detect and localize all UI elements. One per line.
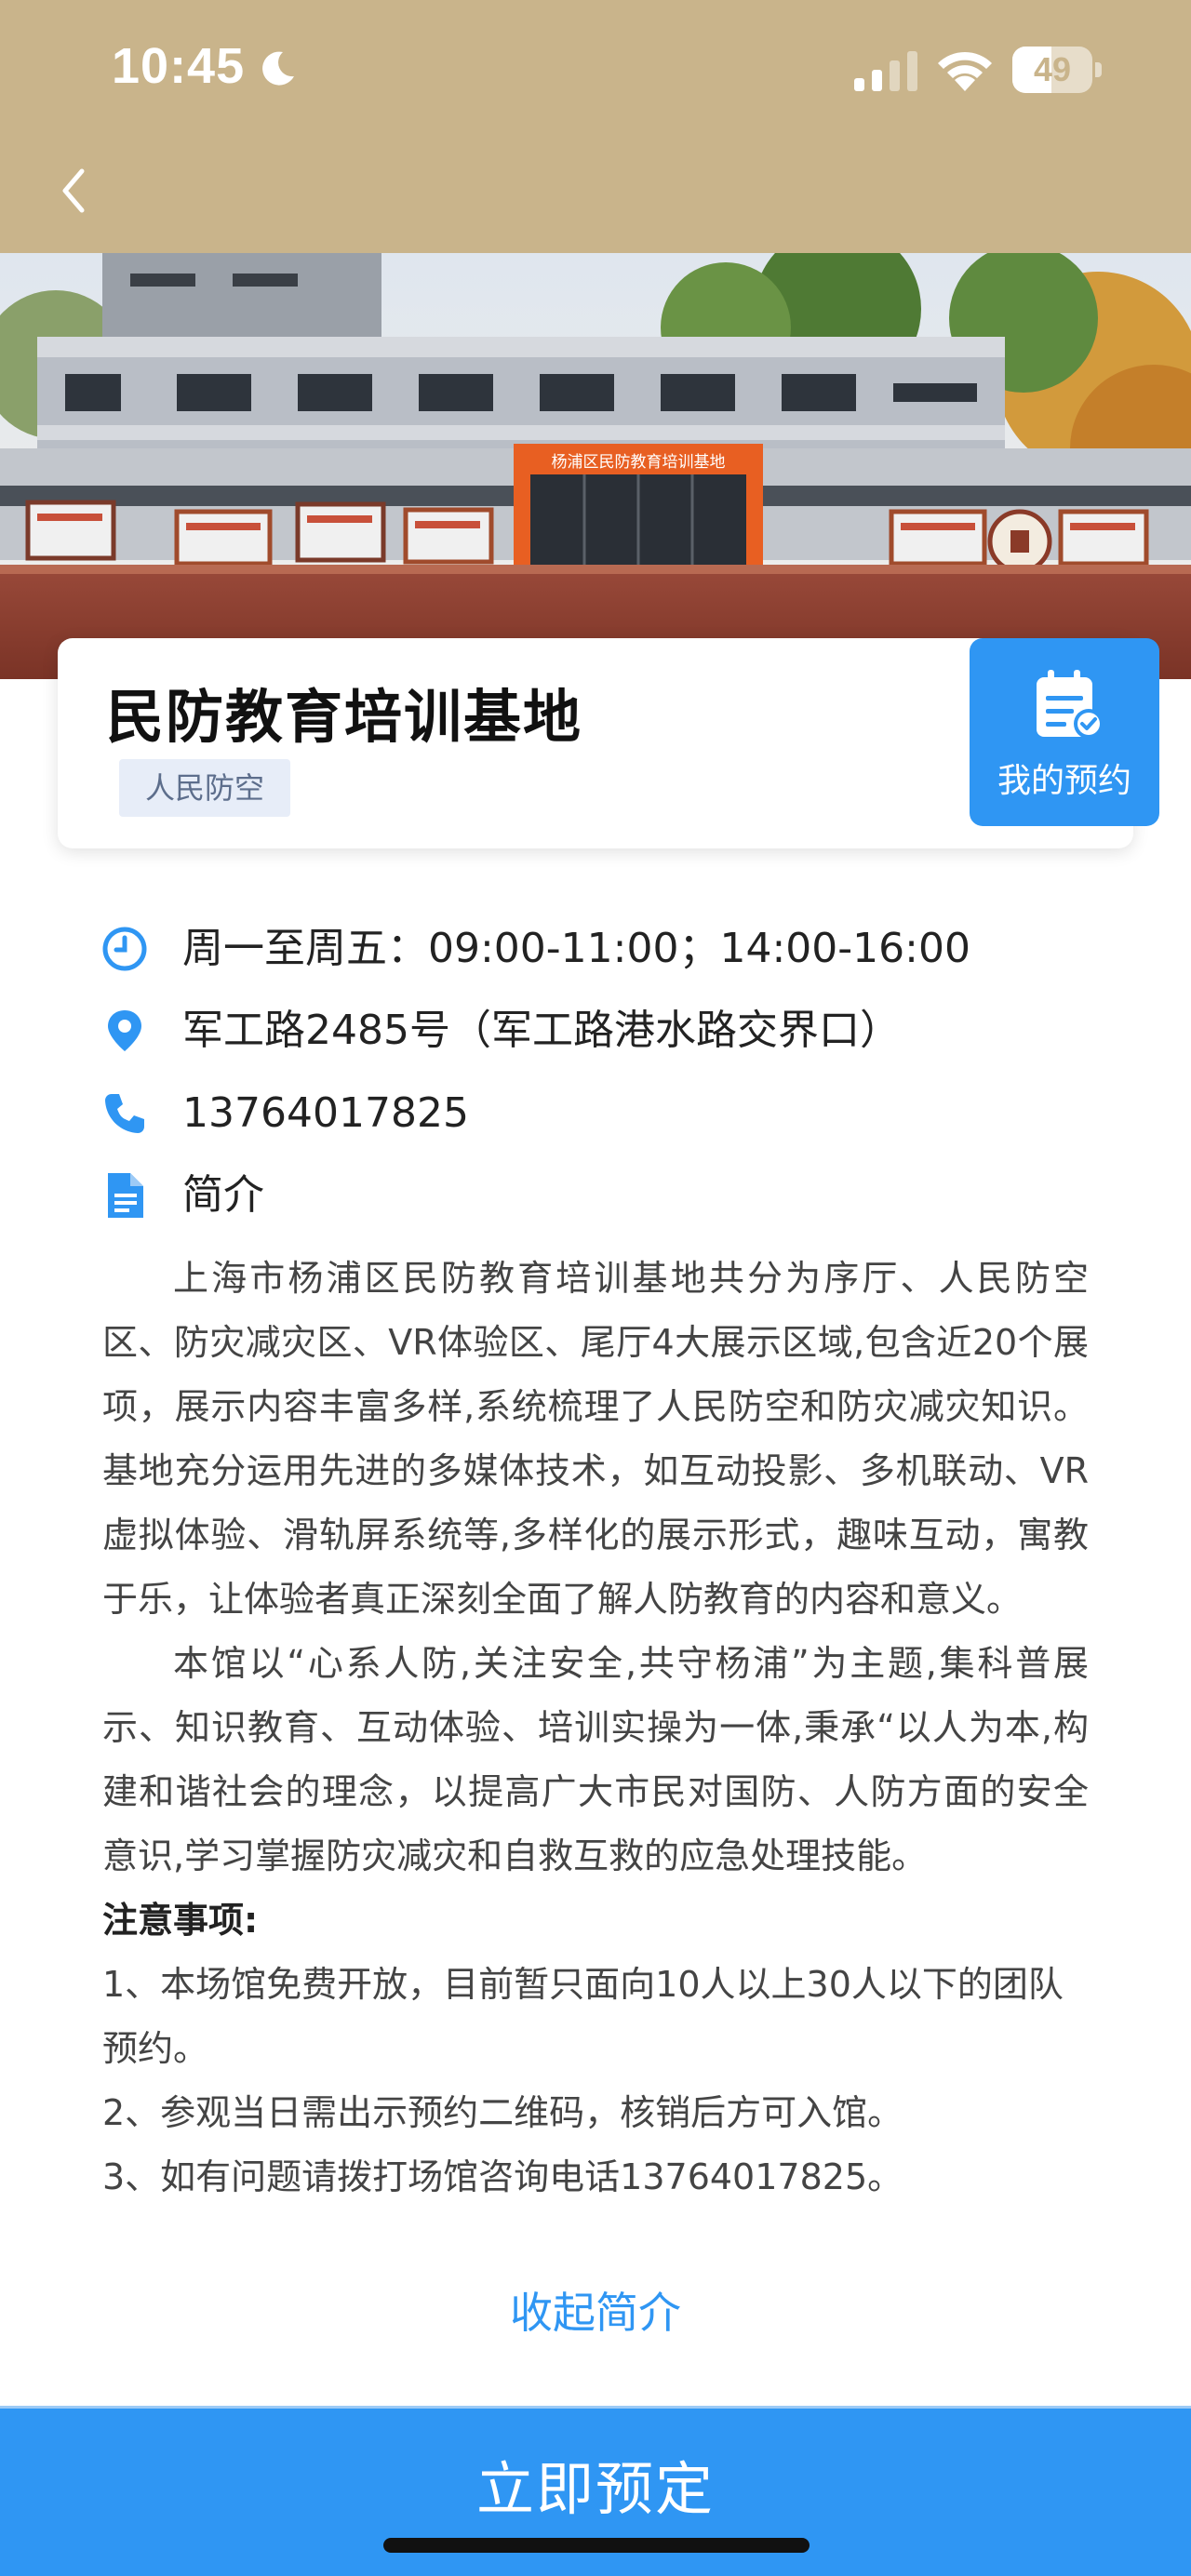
phone-row[interactable]: 13764017825 bbox=[102, 1081, 1126, 1146]
hours-row: 周一至周五：09:00-11:00；14:00-16:00 bbox=[102, 916, 1126, 981]
venue-photo: 杨浦区民防教育培训基地 bbox=[0, 253, 1191, 679]
cellular-signal-icon bbox=[854, 51, 917, 91]
status-bar: 10:45 49 bbox=[0, 0, 1191, 140]
collapse-intro-link[interactable]: 收起简介 bbox=[0, 2279, 1191, 2341]
wifi-icon bbox=[938, 51, 992, 91]
venue-title: 民防教育培训基地 bbox=[106, 683, 583, 751]
address-row[interactable]: 军工路2485号（军工路港水路交界口） bbox=[102, 998, 1126, 1063]
my-bookings-label: 我的预约 bbox=[997, 762, 1131, 800]
venue-address: 军工路2485号（军工路港水路交界口） bbox=[182, 1007, 901, 1054]
my-bookings-button[interactable]: 我的预约 bbox=[970, 638, 1159, 826]
location-pin-icon bbox=[108, 1010, 141, 1051]
calendar-check-icon bbox=[1037, 670, 1104, 739]
reserve-now-label: 立即预定 bbox=[475, 2455, 715, 2523]
intro-label: 简介 bbox=[182, 1171, 264, 1219]
status-time: 10:45 bbox=[112, 38, 246, 94]
entrance-sign: 杨浦区民防教育培训基地 bbox=[552, 453, 726, 472]
intro-header-row: 简介 bbox=[102, 1163, 1126, 1228]
back-button[interactable] bbox=[50, 158, 97, 223]
note-item: 3、如有问题请拨打场馆咨询电话13764017825。 bbox=[102, 2156, 903, 2197]
clock-icon bbox=[102, 927, 147, 971]
category-tag: 人民防空 bbox=[119, 759, 291, 817]
note-item: 2、参观当日需出示预约二维码，核销后方可入馆。 bbox=[102, 2092, 903, 2133]
opening-hours: 周一至周五：09:00-11:00；14:00-16:00 bbox=[182, 925, 970, 972]
moon-icon bbox=[262, 51, 294, 86]
intro-content: 上海市杨浦区民防教育培训基地共分为序厅、人民防空区、防灾减灾区、VR体验区、尾厅… bbox=[102, 1247, 1089, 2209]
battery-icon: 49 bbox=[1012, 47, 1102, 93]
document-icon bbox=[108, 1173, 143, 1218]
phone-icon bbox=[105, 1094, 144, 1133]
battery-level: 49 bbox=[1033, 50, 1072, 88]
header-bar: 10:45 49 bbox=[0, 0, 1191, 253]
intro-paragraph-1: 上海市杨浦区民防教育培训基地共分为序厅、人民防空区、防灾减灾区、VR体验区、尾厅… bbox=[102, 1258, 1089, 1620]
venue-phone: 13764017825 bbox=[182, 1089, 469, 1137]
notes-title: 注意事项: bbox=[102, 1900, 259, 1941]
home-indicator[interactable] bbox=[383, 2538, 810, 2553]
note-item: 1、本场馆免费开放，目前暂只面向10人以上30人以下的团队预约。 bbox=[102, 1964, 1064, 2069]
intro-paragraph-2: 本馆以“心系人防,关注安全,共守杨浦”为主题,集科普展示、知识教育、互动体验、培… bbox=[102, 1643, 1089, 1876]
